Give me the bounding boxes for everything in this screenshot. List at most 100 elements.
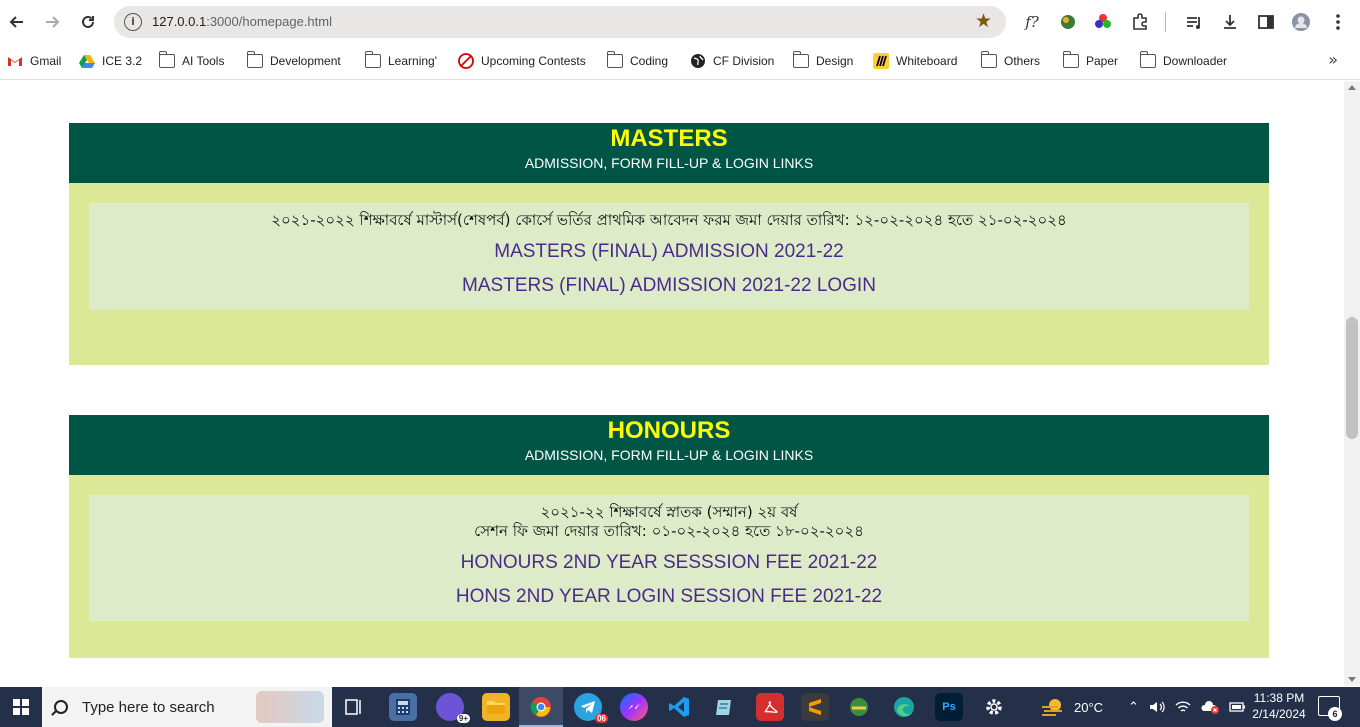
bookmark-label: Paper <box>1086 54 1119 68</box>
bookmark-others[interactable]: Others <box>980 51 1040 71</box>
honours-session-fee-link[interactable]: HONOURS 2ND YEAR SESSSION FEE 2021-22 <box>99 551 1239 575</box>
notepad-icon[interactable] <box>710 693 738 721</box>
downloads-icon[interactable] <box>1219 11 1241 33</box>
bookmark-label: Gmail <box>30 54 62 68</box>
weather-widget[interactable]: 20°C <box>1040 687 1103 727</box>
back-button[interactable] <box>3 8 31 36</box>
bookmark-ai-tools[interactable]: AI Tools <box>158 51 225 71</box>
browser-toolbar: i 127.0.0.1:3000/homepage.html ★ f? <box>0 0 1360 44</box>
forward-button[interactable] <box>38 8 66 36</box>
gmail-icon <box>8 57 22 66</box>
honours-login-session-fee-link[interactable]: HONS 2ND YEAR LOGIN SESSION FEE 2021-22 <box>99 585 1239 609</box>
bookmark-label: Design <box>816 54 854 68</box>
weather-temperature: 20°C <box>1074 699 1104 715</box>
extensions-puzzle-icon[interactable] <box>1129 11 1151 33</box>
formula-extension-icon[interactable]: f? <box>1021 11 1043 33</box>
bookmark-downloader[interactable]: Downloader <box>1139 51 1228 71</box>
honours-section-header: HONOURS ADMISSION, FORM FILL-UP & LOGIN … <box>69 415 1269 475</box>
bookmark-upcoming-contests[interactable]: Upcoming Contests <box>458 51 586 71</box>
site-info-icon[interactable]: i <box>124 13 142 31</box>
bookmark-coding[interactable]: Coding <box>606 51 669 71</box>
cloud-error-icon[interactable] <box>1201 700 1219 714</box>
bookmarks-bar: Gmail ICE 3.2 AI Tools Development Learn… <box>0 47 1360 73</box>
masters-section-body: ২০২১-২০২২ শিক্ষাবর্ষে মাস্টার্স(শেষপর্ব)… <box>69 183 1269 365</box>
page-scrollbar[interactable] <box>1344 81 1360 686</box>
back-arrow-icon <box>9 16 23 28</box>
bookmark-label: AI Tools <box>182 54 225 68</box>
section-title: MASTERS <box>610 125 728 152</box>
windows-taskbar: Type here to search 9+ 06 Ps 20°C ⌃ 11:3… <box>0 687 1360 727</box>
scrollbar-thumb[interactable] <box>1346 317 1358 439</box>
reload-button[interactable] <box>74 8 102 36</box>
honours-section-body: ২০২১-২২ শিক্ষাবর্ষে স্নাতক (সম্মান) ২য় … <box>69 475 1269 658</box>
bookmark-cf-division[interactable]: CF Division <box>690 51 774 71</box>
telegram-icon[interactable]: 06 <box>574 693 608 723</box>
miro-icon <box>873 53 889 69</box>
bookmark-label: Upcoming Contests <box>481 54 586 68</box>
reload-icon <box>82 15 94 28</box>
bookmark-label: Coding <box>630 54 669 68</box>
vpn-extension-icon[interactable] <box>1057 11 1079 33</box>
honours-section: HONOURS ADMISSION, FORM FILL-UP & LOGIN … <box>69 415 1269 658</box>
start-button[interactable] <box>0 687 42 727</box>
bookmark-star-icon[interactable]: ★ <box>975 10 992 32</box>
folder-icon <box>1139 51 1156 68</box>
chrome-badge: 9+ <box>456 714 470 723</box>
show-hidden-icons-chevron-icon[interactable]: ⌃ <box>1128 699 1139 715</box>
side-panel-icon[interactable] <box>1255 11 1277 33</box>
file-explorer-icon[interactable] <box>482 693 510 721</box>
settings-gear-icon[interactable] <box>980 693 1008 721</box>
masters-link-card: ২০২১-২০২২ শিক্ষাবর্ষে মাস্টার্স(শেষপর্ব)… <box>89 203 1249 310</box>
bookmark-label: Development <box>270 54 341 68</box>
bookmark-ice[interactable]: ICE 3.2 <box>79 51 142 71</box>
calculator-icon[interactable] <box>389 693 417 721</box>
sublime-text-icon[interactable] <box>801 693 829 721</box>
folder-icon <box>980 51 997 68</box>
chrome-icon[interactable] <box>527 693 555 721</box>
chrome-profile-icon[interactable]: 9+ <box>436 693 470 723</box>
search-highlight-image[interactable] <box>256 691 324 723</box>
bookmark-design[interactable]: Design <box>792 51 854 71</box>
contest-icon <box>458 53 474 69</box>
taskbar-clock[interactable]: 11:38 PM 2/14/2024 <box>1244 690 1314 722</box>
bookmark-learning[interactable]: Learning' <box>364 51 437 71</box>
folder-icon <box>1062 51 1079 68</box>
bookmark-whiteboard[interactable]: Whiteboard <box>873 51 957 71</box>
toolbar-divider <box>1165 12 1166 32</box>
bookmark-gmail[interactable]: Gmail <box>7 51 61 71</box>
bookmark-label: Downloader <box>1163 54 1228 68</box>
masters-section-header: MASTERS ADMISSION, FORM FILL-UP & LOGIN … <box>69 123 1269 183</box>
color-picker-extension-icon[interactable] <box>1092 11 1114 33</box>
photoshop-icon[interactable]: Ps <box>935 693 963 721</box>
masters-admission-link[interactable]: MASTERS (FINAL) ADMISSION 2021-22 <box>99 240 1239 264</box>
url-text[interactable]: 127.0.0.1:3000/homepage.html <box>152 14 332 29</box>
more-bookmarks-chevron-icon[interactable]: » <box>1328 50 1338 69</box>
pdf-reader-icon[interactable] <box>756 693 784 721</box>
folder-icon <box>246 51 263 68</box>
drive-icon <box>79 55 95 68</box>
bookmark-development[interactable]: Development <box>246 51 341 71</box>
masters-section: MASTERS ADMISSION, FORM FILL-UP & LOGIN … <box>69 123 1269 365</box>
section-subtitle: ADMISSION, FORM FILL-UP & LOGIN LINKS <box>524 447 814 463</box>
task-view-icon[interactable] <box>340 693 368 721</box>
address-bar[interactable]: i 127.0.0.1:3000/homepage.html ★ <box>114 6 1006 38</box>
wifi-icon[interactable] <box>1175 700 1191 714</box>
browser-menu-icon[interactable] <box>1327 11 1349 33</box>
reading-list-icon[interactable] <box>1183 11 1205 33</box>
profile-avatar-icon[interactable] <box>1290 11 1312 33</box>
messenger-icon[interactable] <box>620 693 648 721</box>
scroll-down-arrow-icon[interactable] <box>1348 677 1356 682</box>
scroll-up-arrow-icon[interactable] <box>1348 85 1356 90</box>
masters-admission-login-link[interactable]: MASTERS (FINAL) ADMISSION 2021-22 LOGIN <box>99 274 1239 298</box>
speaker-icon[interactable] <box>1149 700 1165 714</box>
clock-date: 2/14/2024 <box>1252 707 1306 721</box>
taskbar-search-box[interactable]: Type here to search <box>42 687 332 727</box>
vscode-icon[interactable] <box>665 693 693 721</box>
telegram-badge: 06 <box>595 714 608 723</box>
bookmark-label: Learning' <box>388 54 437 68</box>
edge-icon[interactable] <box>890 693 918 721</box>
masters-notice: ২০২১-২০২২ শিক্ষাবর্ষে মাস্টার্স(শেষপর্ব)… <box>271 211 1067 229</box>
honours-notice-line1: ২০২১-২২ শিক্ষাবর্ষে স্নাতক (সম্মান) ২য় … <box>540 503 798 521</box>
bookmark-paper[interactable]: Paper <box>1062 51 1119 71</box>
network-tool-icon[interactable] <box>845 693 873 721</box>
